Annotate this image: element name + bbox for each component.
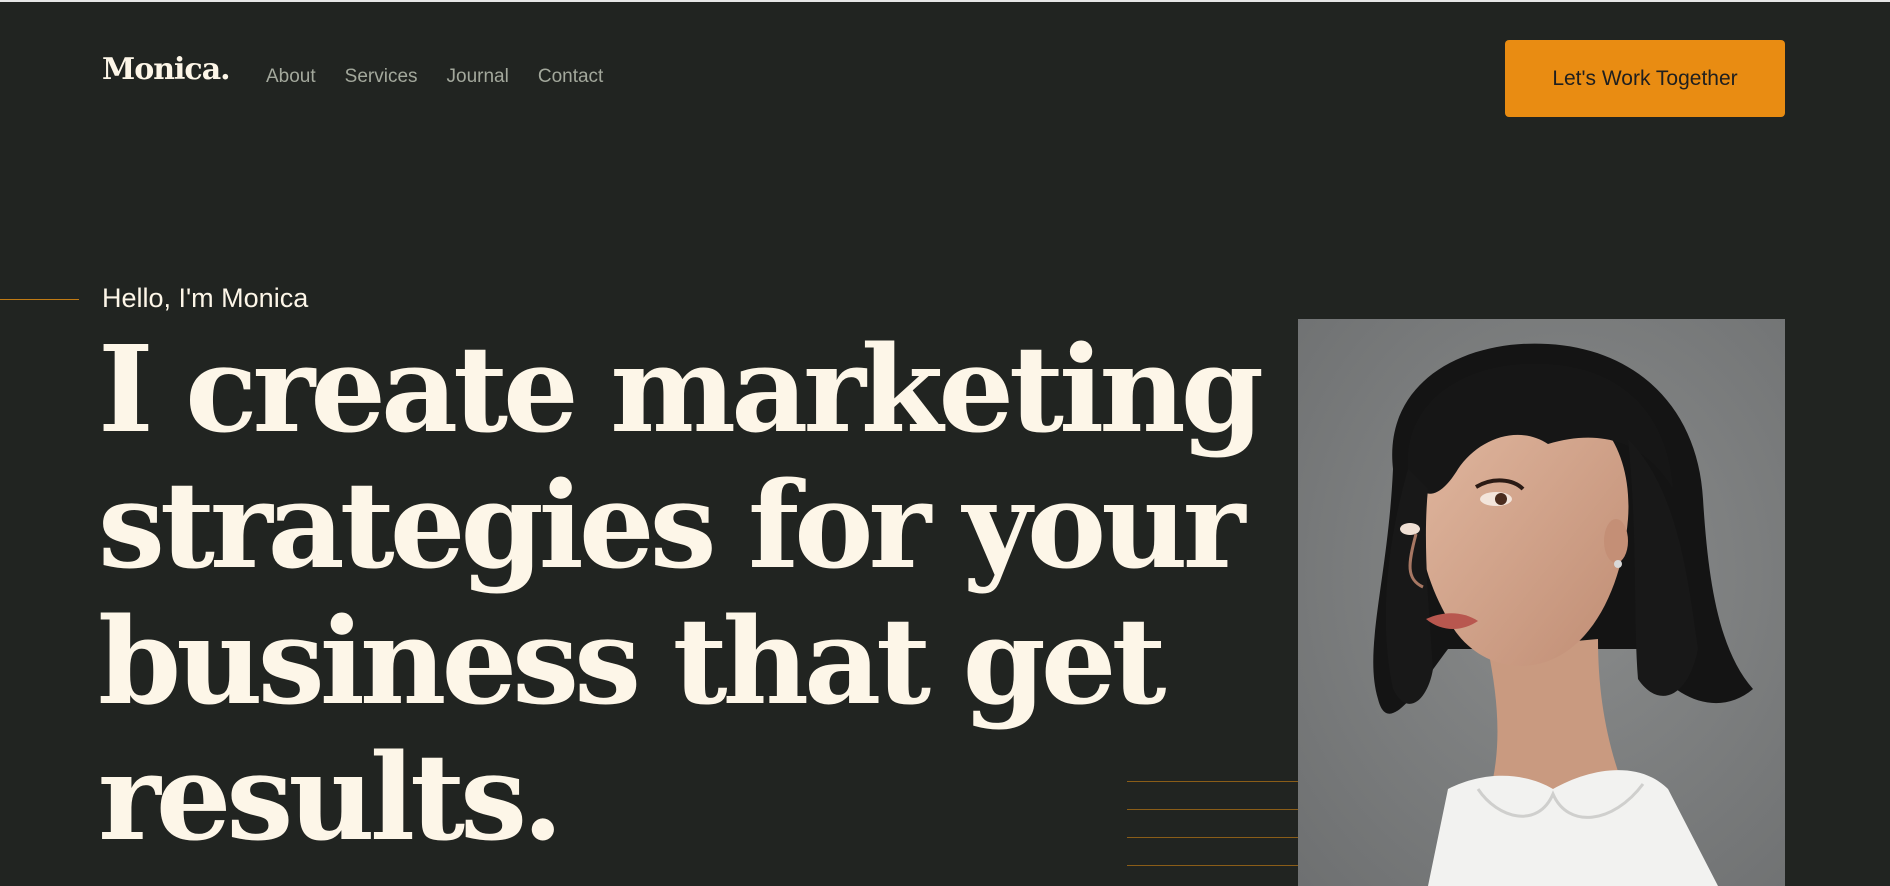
deco-line	[1127, 809, 1299, 810]
nav-item-about[interactable]: About	[266, 66, 316, 88]
main-nav: About Services Journal Contact	[266, 66, 603, 88]
nav-item-services[interactable]: Services	[345, 66, 418, 88]
deco-line	[1127, 781, 1299, 782]
greeting-accent-line	[0, 299, 79, 300]
headline-line-1: I create marketing	[98, 320, 1264, 460]
hero-headline: I create marketing strategies for your b…	[98, 320, 1264, 868]
deco-line	[1127, 837, 1299, 838]
decorative-lines	[1127, 781, 1299, 886]
headline-line-4: results.	[98, 728, 564, 868]
deco-line	[1127, 865, 1299, 866]
top-border	[0, 0, 1890, 2]
nav-item-journal[interactable]: Journal	[447, 66, 509, 88]
headline-line-3: business that get	[98, 592, 1166, 732]
work-together-button[interactable]: Let's Work Together	[1505, 40, 1785, 117]
portrait-photo	[1298, 319, 1785, 886]
portrait-illustration	[1298, 319, 1785, 886]
hero-greeting: Hello, I'm Monica	[102, 283, 309, 313]
headline-line-2: strategies for your	[98, 456, 1245, 596]
nav-item-contact[interactable]: Contact	[538, 66, 603, 88]
logo[interactable]: Monica.	[102, 52, 231, 87]
